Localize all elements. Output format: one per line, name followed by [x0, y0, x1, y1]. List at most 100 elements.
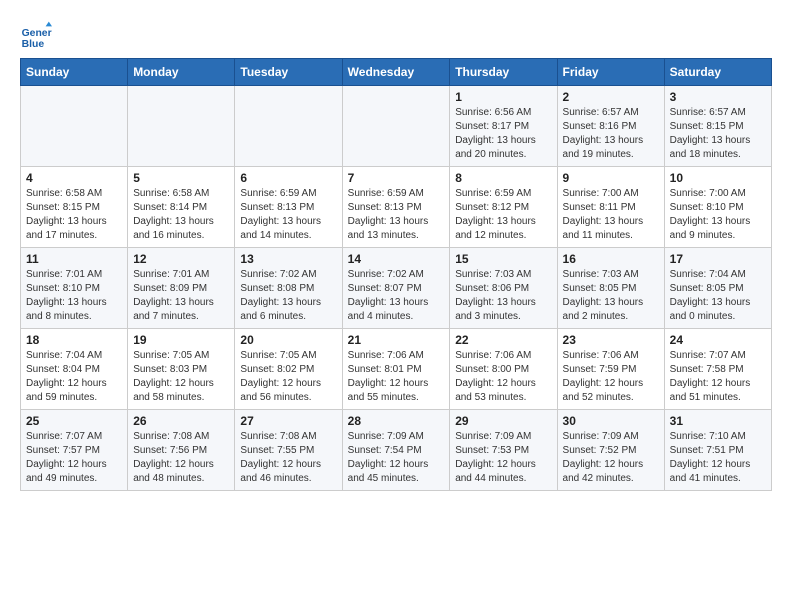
weekday-header-tuesday: Tuesday: [235, 59, 342, 86]
calendar-cell: 28 Sunrise: 7:09 AM Sunset: 7:54 PM Dayli…: [342, 410, 450, 491]
cell-day-info: Sunrise: 6:59 AM Sunset: 8:13 PM Dayligh…: [240, 187, 336, 243]
cell-day-info: Sunrise: 7:06 AM Sunset: 8:01 PM Dayligh…: [348, 349, 445, 405]
calendar-week-row: 4Sunrise: 6:58 AM Sunset: 8:15 PM Daylig…: [21, 167, 772, 248]
calendar-cell: 14 Sunrise: 7:02 AM Sunset: 8:07 PM Dayli…: [342, 248, 450, 329]
cell-day-info: Sunrise: 6:57 AM Sunset: 8:16 PM Dayligh…: [563, 106, 659, 162]
cell-day-number: 2: [563, 90, 659, 104]
cell-day-number: 17: [670, 252, 766, 266]
calendar-cell: 1 Sunrise: 6:56 AM Sunset: 8:17 PM Daylig…: [450, 86, 557, 167]
calendar-week-row: 25Sunrise: 7:07 AM Sunset: 7:57 PM Dayli…: [21, 410, 772, 491]
cell-day-info: Sunrise: 7:03 AM Sunset: 8:06 PM Dayligh…: [455, 268, 551, 324]
calendar-cell: 27 Sunrise: 7:08 AM Sunset: 7:55 PM Dayli…: [235, 410, 342, 491]
cell-day-number: 19: [133, 333, 229, 347]
cell-day-number: 26: [133, 414, 229, 428]
calendar-cell: 25Sunrise: 7:07 AM Sunset: 7:57 PM Dayli…: [21, 410, 128, 491]
calendar-cell: 6 Sunrise: 6:59 AM Sunset: 8:13 PM Daylig…: [235, 167, 342, 248]
cell-day-info: Sunrise: 7:09 AM Sunset: 7:52 PM Dayligh…: [563, 430, 659, 486]
calendar-cell: 16 Sunrise: 7:03 AM Sunset: 8:05 PM Dayli…: [557, 248, 664, 329]
cell-day-info: Sunrise: 6:57 AM Sunset: 8:15 PM Dayligh…: [670, 106, 766, 162]
cell-day-number: 1: [455, 90, 551, 104]
calendar-cell: [235, 86, 342, 167]
calendar-cell: 21 Sunrise: 7:06 AM Sunset: 8:01 PM Dayli…: [342, 329, 450, 410]
cell-day-info: Sunrise: 7:03 AM Sunset: 8:05 PM Dayligh…: [563, 268, 659, 324]
cell-day-number: 29: [455, 414, 551, 428]
calendar-cell: 18 Sunrise: 7:04 AM Sunset: 8:04 PM Dayli…: [21, 329, 128, 410]
calendar-cell: [21, 86, 128, 167]
cell-day-number: 27: [240, 414, 336, 428]
weekday-header-friday: Friday: [557, 59, 664, 86]
svg-text:Blue: Blue: [22, 39, 45, 50]
cell-day-number: 28: [348, 414, 445, 428]
svg-text:General: General: [22, 28, 52, 39]
cell-day-info: Sunrise: 7:06 AM Sunset: 8:00 PM Dayligh…: [455, 349, 551, 405]
cell-day-info: Sunrise: 6:58 AM Sunset: 8:14 PM Dayligh…: [133, 187, 229, 243]
cell-day-number: 31: [670, 414, 766, 428]
calendar-body: 1 Sunrise: 6:56 AM Sunset: 8:17 PM Daylig…: [21, 86, 772, 491]
calendar-cell: 22 Sunrise: 7:06 AM Sunset: 8:00 PM Dayli…: [450, 329, 557, 410]
cell-day-info: Sunrise: 7:01 AM Sunset: 8:10 PM Dayligh…: [26, 268, 122, 324]
cell-day-number: 12: [133, 252, 229, 266]
calendar-week-row: 1 Sunrise: 6:56 AM Sunset: 8:17 PM Daylig…: [21, 86, 772, 167]
weekday-header-thursday: Thursday: [450, 59, 557, 86]
logo-icon: General Blue: [20, 20, 52, 52]
calendar-cell: 29 Sunrise: 7:09 AM Sunset: 7:53 PM Dayli…: [450, 410, 557, 491]
cell-day-number: 21: [348, 333, 445, 347]
cell-day-info: Sunrise: 7:10 AM Sunset: 7:51 PM Dayligh…: [670, 430, 766, 486]
cell-day-info: Sunrise: 7:09 AM Sunset: 7:54 PM Dayligh…: [348, 430, 445, 486]
cell-day-info: Sunrise: 7:07 AM Sunset: 7:58 PM Dayligh…: [670, 349, 766, 405]
calendar-cell: 11 Sunrise: 7:01 AM Sunset: 8:10 PM Dayli…: [21, 248, 128, 329]
cell-day-number: 14: [348, 252, 445, 266]
cell-day-info: Sunrise: 7:04 AM Sunset: 8:04 PM Dayligh…: [26, 349, 122, 405]
calendar-cell: 15 Sunrise: 7:03 AM Sunset: 8:06 PM Dayli…: [450, 248, 557, 329]
calendar-cell: 20Sunrise: 7:05 AM Sunset: 8:02 PM Dayli…: [235, 329, 342, 410]
cell-day-info: Sunrise: 7:09 AM Sunset: 7:53 PM Dayligh…: [455, 430, 551, 486]
cell-day-info: Sunrise: 7:02 AM Sunset: 8:08 PM Dayligh…: [240, 268, 336, 324]
calendar-week-row: 11 Sunrise: 7:01 AM Sunset: 8:10 PM Dayli…: [21, 248, 772, 329]
cell-day-number: 20: [240, 333, 336, 347]
cell-day-info: Sunrise: 6:59 AM Sunset: 8:13 PM Dayligh…: [348, 187, 445, 243]
cell-day-number: 30: [563, 414, 659, 428]
cell-day-number: 25: [26, 414, 122, 428]
cell-day-number: 6: [240, 171, 336, 185]
calendar-cell: 19 Sunrise: 7:05 AM Sunset: 8:03 PM Dayli…: [128, 329, 235, 410]
calendar-cell: 12 Sunrise: 7:01 AM Sunset: 8:09 PM Dayli…: [128, 248, 235, 329]
calendar-cell: 23Sunrise: 7:06 AM Sunset: 7:59 PM Dayli…: [557, 329, 664, 410]
calendar-cell: 4Sunrise: 6:58 AM Sunset: 8:15 PM Daylig…: [21, 167, 128, 248]
cell-day-info: Sunrise: 7:04 AM Sunset: 8:05 PM Dayligh…: [670, 268, 766, 324]
cell-day-number: 16: [563, 252, 659, 266]
cell-day-number: 15: [455, 252, 551, 266]
calendar-cell: 13 Sunrise: 7:02 AM Sunset: 8:08 PM Dayli…: [235, 248, 342, 329]
cell-day-number: 13: [240, 252, 336, 266]
calendar-cell: 7 Sunrise: 6:59 AM Sunset: 8:13 PM Daylig…: [342, 167, 450, 248]
cell-day-info: Sunrise: 7:06 AM Sunset: 7:59 PM Dayligh…: [563, 349, 659, 405]
cell-day-number: 24: [670, 333, 766, 347]
calendar-cell: [342, 86, 450, 167]
cell-day-info: Sunrise: 7:08 AM Sunset: 7:55 PM Dayligh…: [240, 430, 336, 486]
calendar-week-row: 18 Sunrise: 7:04 AM Sunset: 8:04 PM Dayli…: [21, 329, 772, 410]
weekday-header-monday: Monday: [128, 59, 235, 86]
cell-day-number: 18: [26, 333, 122, 347]
cell-day-number: 9: [563, 171, 659, 185]
cell-day-number: 11: [26, 252, 122, 266]
cell-day-info: Sunrise: 7:01 AM Sunset: 8:09 PM Dayligh…: [133, 268, 229, 324]
calendar-cell: 2 Sunrise: 6:57 AM Sunset: 8:16 PM Daylig…: [557, 86, 664, 167]
cell-day-number: 8: [455, 171, 551, 185]
cell-day-number: 4: [26, 171, 122, 185]
calendar-table: SundayMondayTuesdayWednesdayThursdayFrid…: [20, 58, 772, 491]
calendar-cell: 10Sunrise: 7:00 AM Sunset: 8:10 PM Dayli…: [664, 167, 771, 248]
cell-day-info: Sunrise: 7:00 AM Sunset: 8:11 PM Dayligh…: [563, 187, 659, 243]
cell-day-number: 7: [348, 171, 445, 185]
cell-day-number: 3: [670, 90, 766, 104]
calendar-cell: 24 Sunrise: 7:07 AM Sunset: 7:58 PM Dayli…: [664, 329, 771, 410]
calendar-cell: 5Sunrise: 6:58 AM Sunset: 8:14 PM Daylig…: [128, 167, 235, 248]
cell-day-info: Sunrise: 6:59 AM Sunset: 8:12 PM Dayligh…: [455, 187, 551, 243]
logo: General Blue: [20, 20, 52, 52]
cell-day-number: 22: [455, 333, 551, 347]
cell-day-info: Sunrise: 7:08 AM Sunset: 7:56 PM Dayligh…: [133, 430, 229, 486]
cell-day-info: Sunrise: 7:05 AM Sunset: 8:03 PM Dayligh…: [133, 349, 229, 405]
weekday-header-sunday: Sunday: [21, 59, 128, 86]
cell-day-info: Sunrise: 6:56 AM Sunset: 8:17 PM Dayligh…: [455, 106, 551, 162]
cell-day-info: Sunrise: 7:02 AM Sunset: 8:07 PM Dayligh…: [348, 268, 445, 324]
calendar-cell: 26 Sunrise: 7:08 AM Sunset: 7:56 PM Dayli…: [128, 410, 235, 491]
weekday-header-wednesday: Wednesday: [342, 59, 450, 86]
